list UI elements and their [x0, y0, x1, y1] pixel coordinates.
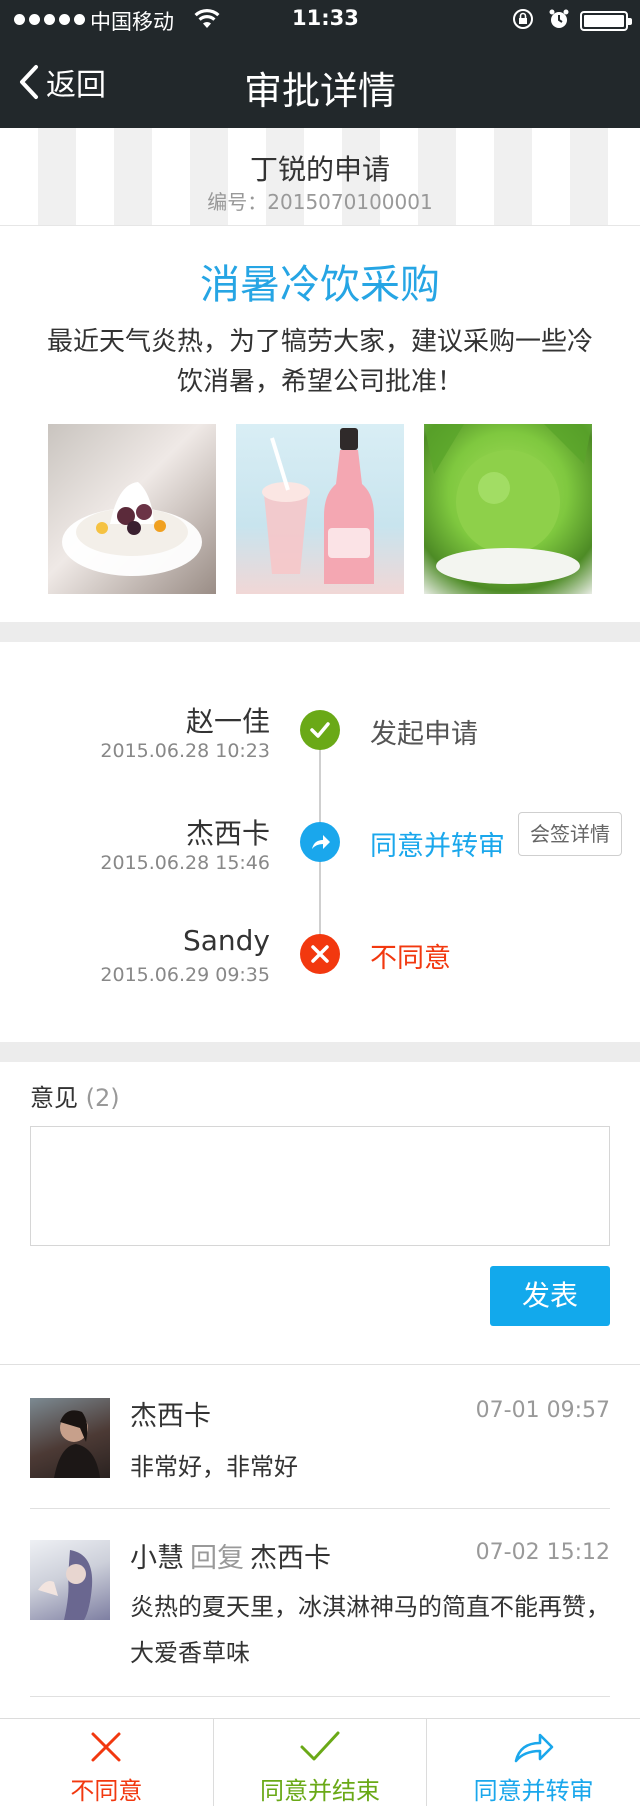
wifi-icon [194, 8, 220, 35]
approve-forward-label: 同意并转审 [473, 1777, 594, 1805]
applicant-title: 丁锐的申请 [249, 153, 390, 186]
forward-arrow-icon [514, 1733, 553, 1763]
approve-forward-button[interactable]: 同意并转审 [426, 1719, 640, 1806]
comment-text: 炎热的夏天里，冰淇淋神马的简直不能再赞，大爱香草味 [130, 1593, 610, 1667]
publish-button[interactable]: 发表 [490, 1266, 610, 1326]
opinion-heading: 意见 (2) [30, 1078, 120, 1113]
step-action: 同意并转审 [370, 831, 505, 862]
approve-end-button[interactable]: 同意并结束 [212, 1719, 427, 1806]
divider [30, 1696, 610, 1697]
avatar[interactable] [30, 1540, 110, 1620]
alarm-icon [548, 8, 570, 35]
status-bar: 中国移动 11:33 [0, 0, 640, 40]
comment-author: 杰西卡 [130, 1394, 211, 1433]
comment-author: 小慧 回复 杰西卡 [130, 1536, 331, 1575]
step-person-name: 赵一佳 [185, 705, 270, 738]
reject-label: 不同意 [70, 1777, 143, 1805]
timeline-step-3: Sandy 2015.06.29 09:35 不同意 [0, 924, 640, 1004]
serial-number: 编号：2015070100001 [207, 190, 433, 214]
step-person-name: Sandy [182, 924, 270, 957]
step-action: 发起申请 [370, 719, 478, 750]
comment-author-name: 杰西卡 [130, 1401, 211, 1432]
battery-icon [580, 11, 632, 31]
rotation-lock-icon [512, 8, 534, 35]
section-divider [0, 1042, 640, 1062]
cross-icon [300, 934, 340, 974]
comment-time: 07-01 09:57 [475, 1398, 610, 1423]
signal-strength-icon [14, 14, 85, 25]
approve-end-label: 同意并结束 [260, 1777, 380, 1805]
action-bar: 不同意 同意并结束 同意并转审 [0, 1718, 640, 1806]
countersign-details-button[interactable]: 会签详情 [518, 812, 622, 856]
comment-time: 07-02 15:12 [475, 1540, 610, 1565]
request-title: 消暑冷饮采购 [200, 262, 440, 308]
clock-time: 11:33 [292, 6, 359, 30]
reject-button[interactable]: 不同意 [0, 1719, 213, 1806]
request-description: 最近天气炎热，为了犒劳大家，建议采购一些冷饮消暑，希望公司批准！ [46, 327, 593, 397]
photo-ice-cream-dessert[interactable] [48, 424, 216, 594]
page-title: 审批详情 [243, 69, 396, 113]
photo-green-tea-ice-cream[interactable] [424, 424, 592, 594]
timeline-step-1: 赵一佳 2015.06.28 10:23 发起申请 [0, 700, 640, 780]
cross-icon [91, 1732, 121, 1762]
opinion-label: 意见 [30, 1084, 78, 1112]
reply-word: 回复 [190, 1543, 244, 1574]
forward-arrow-icon [300, 822, 340, 862]
check-icon [300, 1731, 340, 1761]
opinion-count: (2) [85, 1084, 120, 1112]
top-bar: 中国移动 11:33 返回 审批详情 [0, 0, 640, 128]
step-date: 2015.06.28 15:46 [100, 852, 270, 874]
reply-target-name: 杰西卡 [250, 1543, 331, 1574]
step-action: 不同意 [370, 943, 451, 974]
comment-author-name: 小慧 [130, 1543, 184, 1574]
avatar[interactable] [30, 1398, 110, 1478]
carrier-name: 中国移动 [90, 10, 174, 34]
step-date: 2015.06.29 09:35 [100, 964, 270, 986]
timeline-step-2: 杰西卡 2015.06.28 15:46 同意并转审 会签详情 [0, 812, 640, 892]
comment-input[interactable] [30, 1126, 610, 1246]
check-icon [300, 710, 340, 750]
photo-gallery [48, 424, 592, 594]
step-person-name: 杰西卡 [185, 817, 270, 850]
divider [0, 1364, 640, 1365]
comment-text: 非常好，非常好 [130, 1453, 298, 1481]
photo-pink-milkshake-bottle[interactable] [236, 424, 404, 594]
step-date: 2015.06.28 10:23 [100, 740, 270, 762]
section-divider [0, 622, 640, 642]
divider [30, 1508, 610, 1509]
